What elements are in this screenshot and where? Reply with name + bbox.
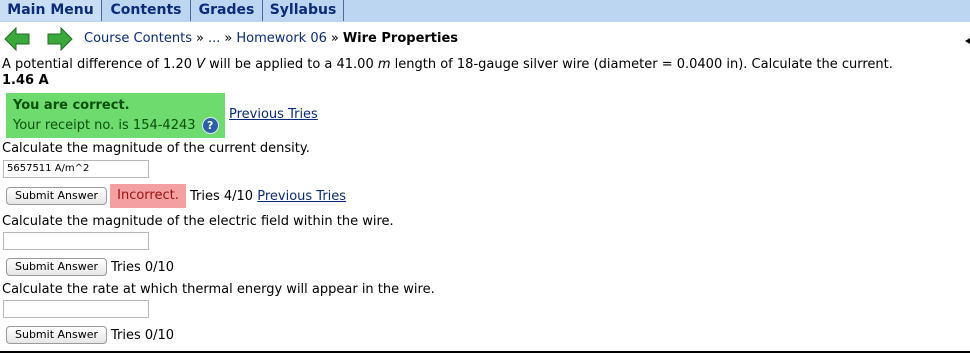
menu-main-menu[interactable]: Main Menu <box>0 0 102 21</box>
statement-part: A potential difference of 1.20 <box>2 57 197 72</box>
breadcrumb-ellipsis[interactable]: ... <box>208 31 220 46</box>
correct-feedback-box: You are correct. Your receipt no. is 154… <box>6 93 225 138</box>
unit-meter: m <box>377 57 391 72</box>
help-icon[interactable]: ? <box>201 117 219 134</box>
current-density-input[interactable]: 5657511 A/m^2 <box>3 160 149 178</box>
menu-grades[interactable]: Grades <box>191 0 263 21</box>
question-current-density: Calculate the magnitude of the current d… <box>2 141 310 156</box>
breadcrumb: Course Contents»...» Homework 06» Wire Pro… <box>84 31 458 46</box>
submit-answer-button-2[interactable]: Submit Answer <box>6 187 108 205</box>
breadcrumb-separator: » <box>224 31 233 46</box>
electric-field-input[interactable] <box>3 232 149 250</box>
menu-syllabus[interactable]: Syllabus <box>263 0 344 21</box>
forward-arrow-icon[interactable] <box>47 27 73 51</box>
menu-contents[interactable]: Contents <box>102 0 191 21</box>
previous-tries-link-1[interactable]: Previous Tries <box>229 107 318 122</box>
tries-counter-2: Tries 4/10 Previous Tries <box>190 189 346 204</box>
back-arrow-icon[interactable] <box>4 27 30 51</box>
breadcrumb-separator: » <box>196 31 204 46</box>
question-electric-field: Calculate the magnitude of the electric … <box>2 214 394 229</box>
answer-current: 1.46 A <box>2 73 49 88</box>
unit-volt: V <box>196 57 206 72</box>
breadcrumb-homework[interactable]: Homework 06 <box>236 31 327 46</box>
statement-part: length of 18-gauge silver wire (diameter… <box>390 57 893 72</box>
problem-statement: A potential difference of 1.20 V will be… <box>2 57 893 72</box>
breadcrumb-current: Wire Properties <box>342 31 459 46</box>
tries-text: Tries 4/10 <box>190 189 254 204</box>
breadcrumb-course-contents[interactable]: Course Contents <box>84 31 192 46</box>
submit-answer-button-3[interactable]: Submit Answer <box>6 258 108 276</box>
submit-answer-button-4[interactable]: Submit Answer <box>6 326 108 344</box>
receipt-text: Your receipt no. is 154-4243 ? <box>13 117 219 134</box>
thermal-energy-input[interactable] <box>3 300 149 318</box>
collapse-triangle-icon[interactable] <box>965 38 970 44</box>
question-thermal-energy: Calculate the rate at which thermal ener… <box>2 282 435 297</box>
statement-part: will be applied to a 41.00 <box>205 57 378 72</box>
tries-counter-3: Tries 0/10 <box>111 260 175 275</box>
navigation-row: Course Contents»...» Homework 06» Wire Pro… <box>0 24 970 54</box>
incorrect-badge: Incorrect. <box>110 184 186 208</box>
tries-counter-4: Tries 0/10 <box>111 328 175 343</box>
receipt-number: Your receipt no. is 154-4243 <box>13 118 196 133</box>
menu-bar: Main Menu Contents Grades Syllabus <box>0 0 970 22</box>
previous-tries-link-2[interactable]: Previous Tries <box>257 189 346 204</box>
breadcrumb-separator: » <box>330 31 339 46</box>
correct-title: You are correct. <box>13 98 130 113</box>
